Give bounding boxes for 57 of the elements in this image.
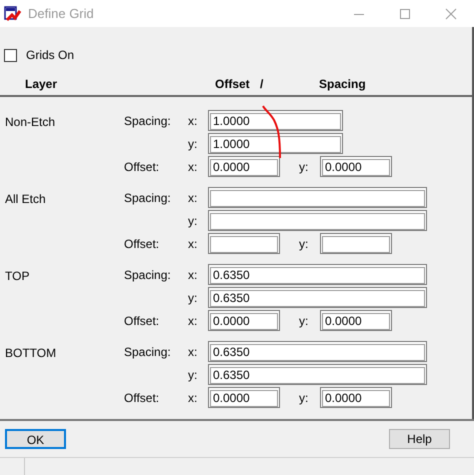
field-label: Spacing: [124,190,171,204]
axis-label: y: [188,136,198,150]
close-icon[interactable] [445,8,457,20]
annotation-stroke [262,105,281,158]
input-field[interactable] [320,233,392,254]
axis-label: y: [188,214,198,228]
axis-label: y: [299,236,308,250]
dialog-button[interactable]: OK [5,429,66,449]
axis-label: y: [299,314,308,328]
axis-label: y: [188,290,198,304]
input-field[interactable]: 0.6350 [208,264,427,285]
field-label: Offset: [124,314,160,328]
axis-label: x: [188,236,198,250]
axis-label: x: [188,314,198,328]
axis-label: x: [188,390,198,404]
layer-name: All Etch [5,192,46,206]
column-header: Spacing [319,76,366,93]
axis-label: y: [299,160,308,174]
input-field[interactable]: 0.0000 [320,310,392,331]
column-header: Layer [25,76,58,93]
input-field[interactable]: 0.6350 [208,341,427,362]
input-field[interactable]: 1.0000 [208,133,343,154]
field-label: Offset: [124,160,160,174]
maximize-icon[interactable] [399,8,411,20]
axis-label: y: [299,390,308,404]
axis-label: x: [188,114,198,128]
input-field[interactable] [208,233,280,254]
column-header: / [260,76,264,93]
field-label: Spacing: [124,344,171,358]
field-label: Offset: [124,236,160,250]
input-field[interactable] [208,210,427,231]
column-header: Offset [215,76,250,93]
input-field[interactable]: 0.0000 [208,387,280,408]
dialog-button[interactable]: Help [389,429,450,449]
input-field[interactable]: 0.0000 [320,156,392,177]
checkbox-label: Grids On [26,47,74,64]
layer-name: BOTTOM [5,346,56,360]
axis-label: x: [188,160,198,174]
app-icon [4,6,22,22]
field-label: Spacing: [124,114,171,128]
field-label: Offset: [124,390,160,404]
layer-name: TOP [5,269,30,283]
axis-label: x: [188,190,198,204]
input-field[interactable]: 0.0000 [320,387,392,408]
layer-name: Non-Etch [5,115,56,129]
input-field[interactable]: 0.6350 [208,364,427,385]
axis-label: x: [188,344,198,358]
window-title: Define Grid [28,4,94,23]
axis-label: x: [188,268,198,282]
checkbox[interactable] [4,48,17,62]
input-field[interactable]: 1.0000 [208,110,343,131]
input-field[interactable]: 0.0000 [208,156,280,177]
axis-label: y: [188,368,198,382]
input-field[interactable]: 0.0000 [208,310,280,331]
input-field[interactable] [208,187,427,208]
input-field[interactable]: 0.6350 [208,287,427,308]
field-label: Spacing: [124,268,171,282]
